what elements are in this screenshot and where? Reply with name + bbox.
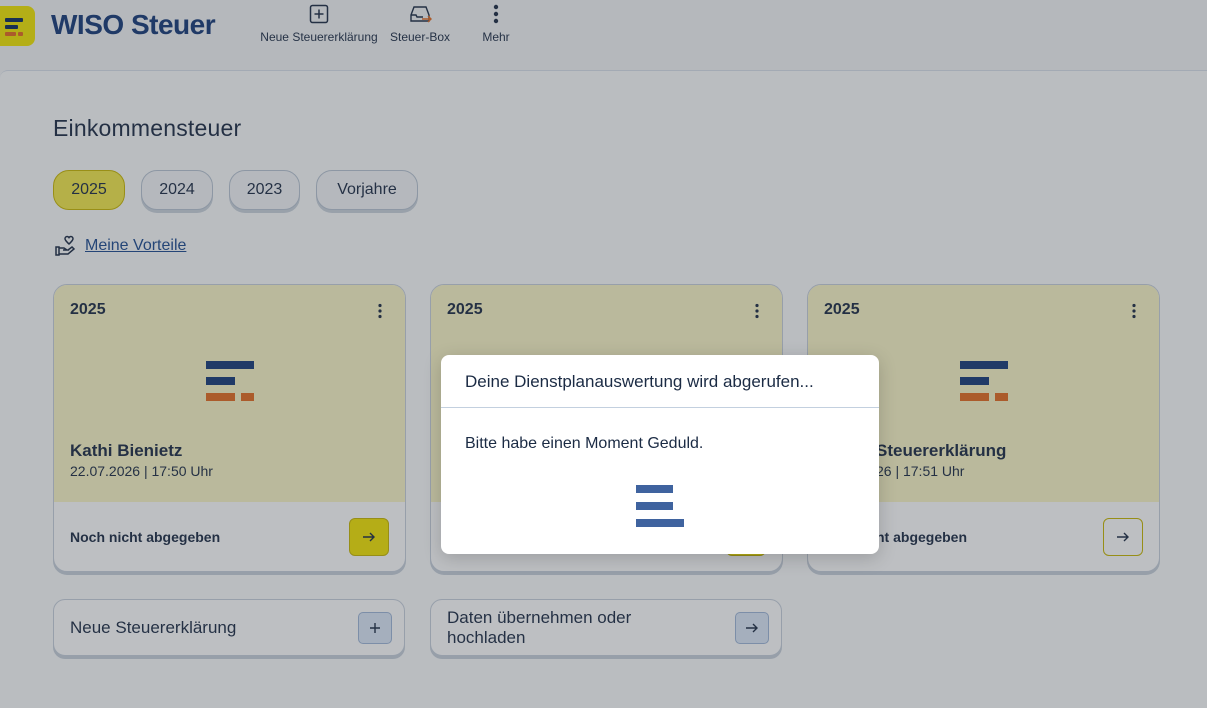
loading-dialog: Deine Dienstplanauswertung wird abgerufe… [441,355,879,554]
loading-spinner-icon [636,485,684,527]
dialog-title: Deine Dienstplanauswertung wird abgerufe… [465,372,814,391]
modal-backdrop [0,0,1207,708]
dialog-message: Bitte habe einen Moment Geduld. [465,435,704,452]
dialog-divider [441,407,879,408]
